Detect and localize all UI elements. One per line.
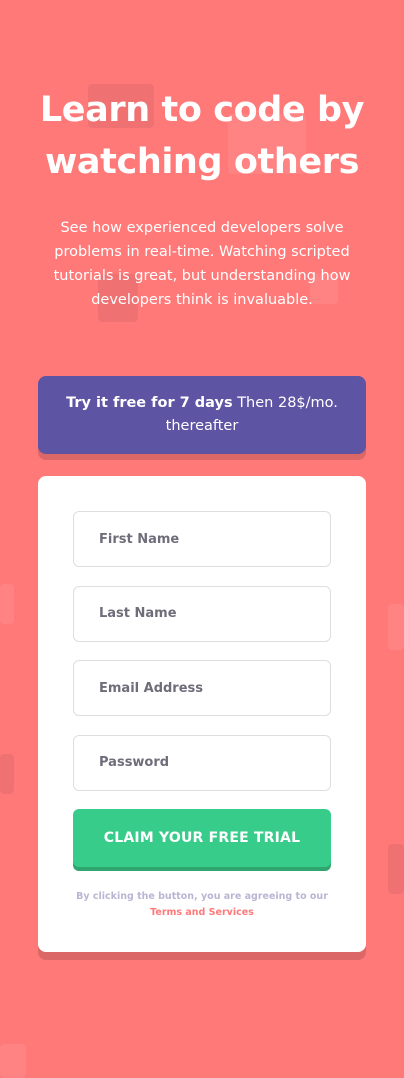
signup-form: CLAIM YOUR FREE TRIAL By clicking the bu…	[38, 476, 366, 952]
claim-trial-button[interactable]: CLAIM YOUR FREE TRIAL	[73, 809, 331, 867]
trial-banner-text: Try it free for 7 days Then 28$/mo. ther…	[58, 392, 346, 438]
email-input[interactable]	[73, 660, 331, 716]
terms-prefix: By clicking the button, you are agreeing…	[76, 891, 328, 902]
page-title: Learn to code by watching others	[39, 90, 365, 182]
last-name-input[interactable]	[73, 585, 331, 642]
terms-notice: By clicking the button, you are agreeing…	[73, 889, 331, 921]
page-description: See how experienced developers solve pro…	[53, 220, 351, 308]
main-content: Learn to code by watching others See how…	[0, 84, 404, 952]
password-input[interactable]	[73, 734, 331, 791]
first-name-input[interactable]	[73, 511, 331, 567]
trial-banner: Try it free for 7 days Then 28$/mo. ther…	[38, 376, 366, 454]
terms-link[interactable]: Terms and Services	[150, 907, 254, 918]
bg-shape	[0, 1044, 26, 1078]
trial-highlight: Try it free for 7 days	[66, 395, 233, 411]
